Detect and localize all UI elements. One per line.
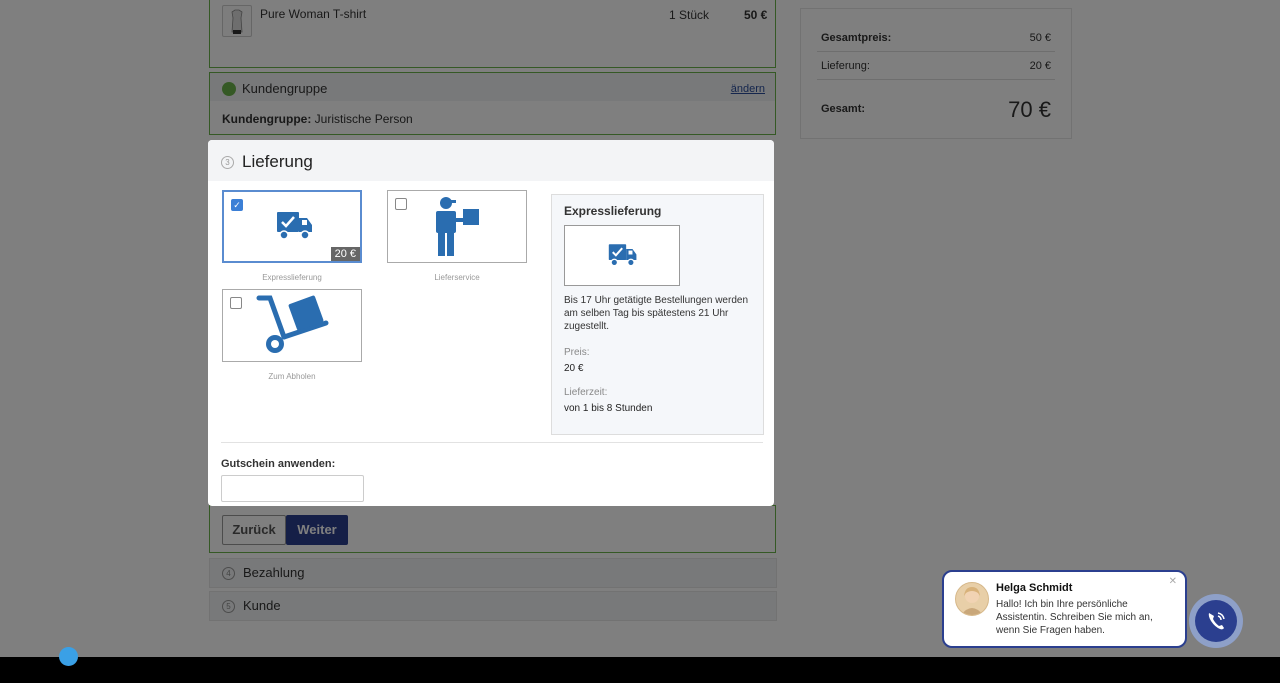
delivery-modal-header: 3 Lieferung (208, 140, 774, 181)
express-checkbox[interactable]: ✓ (231, 199, 243, 211)
service-caption: Lieferservice (434, 273, 480, 282)
express-price-tag: 20 € (330, 247, 360, 261)
detail-time-label: Lieferzeit: (564, 387, 608, 398)
call-button[interactable] (1189, 594, 1243, 648)
detail-description: Bis 17 Uhr getätigte Bestellungen werden… (564, 295, 749, 332)
chat-agent-name: Helga Schmidt (996, 582, 1073, 594)
page-footer-bar (0, 657, 1280, 683)
truck-check-icon (276, 208, 314, 247)
service-checkbox[interactable] (395, 198, 407, 210)
coupon-input[interactable] (221, 475, 364, 502)
accessibility-icon[interactable] (59, 647, 78, 666)
detail-title: Expresslieferung (564, 204, 662, 218)
delivery-option-pickup[interactable] (222, 289, 362, 362)
coupon-label: Gutschein anwenden: (221, 458, 336, 470)
modal-divider (221, 442, 763, 443)
detail-image (564, 225, 680, 286)
step-number: 3 (221, 156, 234, 169)
delivery-modal: 3 Lieferung ✓ 20 € Expresslieferung Lief… (208, 140, 774, 506)
pickup-checkbox[interactable] (230, 297, 242, 309)
detail-price-value: 20 € (564, 363, 584, 374)
detail-price-label: Preis: (564, 347, 590, 358)
detail-time-value: von 1 bis 8 Stunden (564, 403, 653, 414)
hand-trolley-icon (256, 293, 332, 362)
delivery-option-service[interactable] (387, 190, 527, 263)
delivery-detail-panel: Expresslieferung Bis 17 Uhr getätigte Be… (551, 194, 764, 435)
courier-person-icon (430, 194, 482, 263)
truck-check-icon (608, 241, 638, 273)
chat-bubble[interactable]: Helga Schmidt Hallo! Ich bin Ihre persön… (942, 570, 1187, 648)
close-icon[interactable]: ✕ (1169, 576, 1177, 587)
chat-message: Hallo! Ich bin Ihre persönliche Assisten… (996, 599, 1153, 636)
delivery-option-express[interactable]: ✓ 20 € (222, 190, 362, 263)
avatar (955, 582, 989, 616)
phone-icon (1195, 600, 1237, 642)
delivery-modal-title: Lieferung (242, 152, 313, 171)
express-caption: Expresslieferung (262, 273, 322, 282)
pickup-caption: Zum Abholen (268, 372, 316, 381)
